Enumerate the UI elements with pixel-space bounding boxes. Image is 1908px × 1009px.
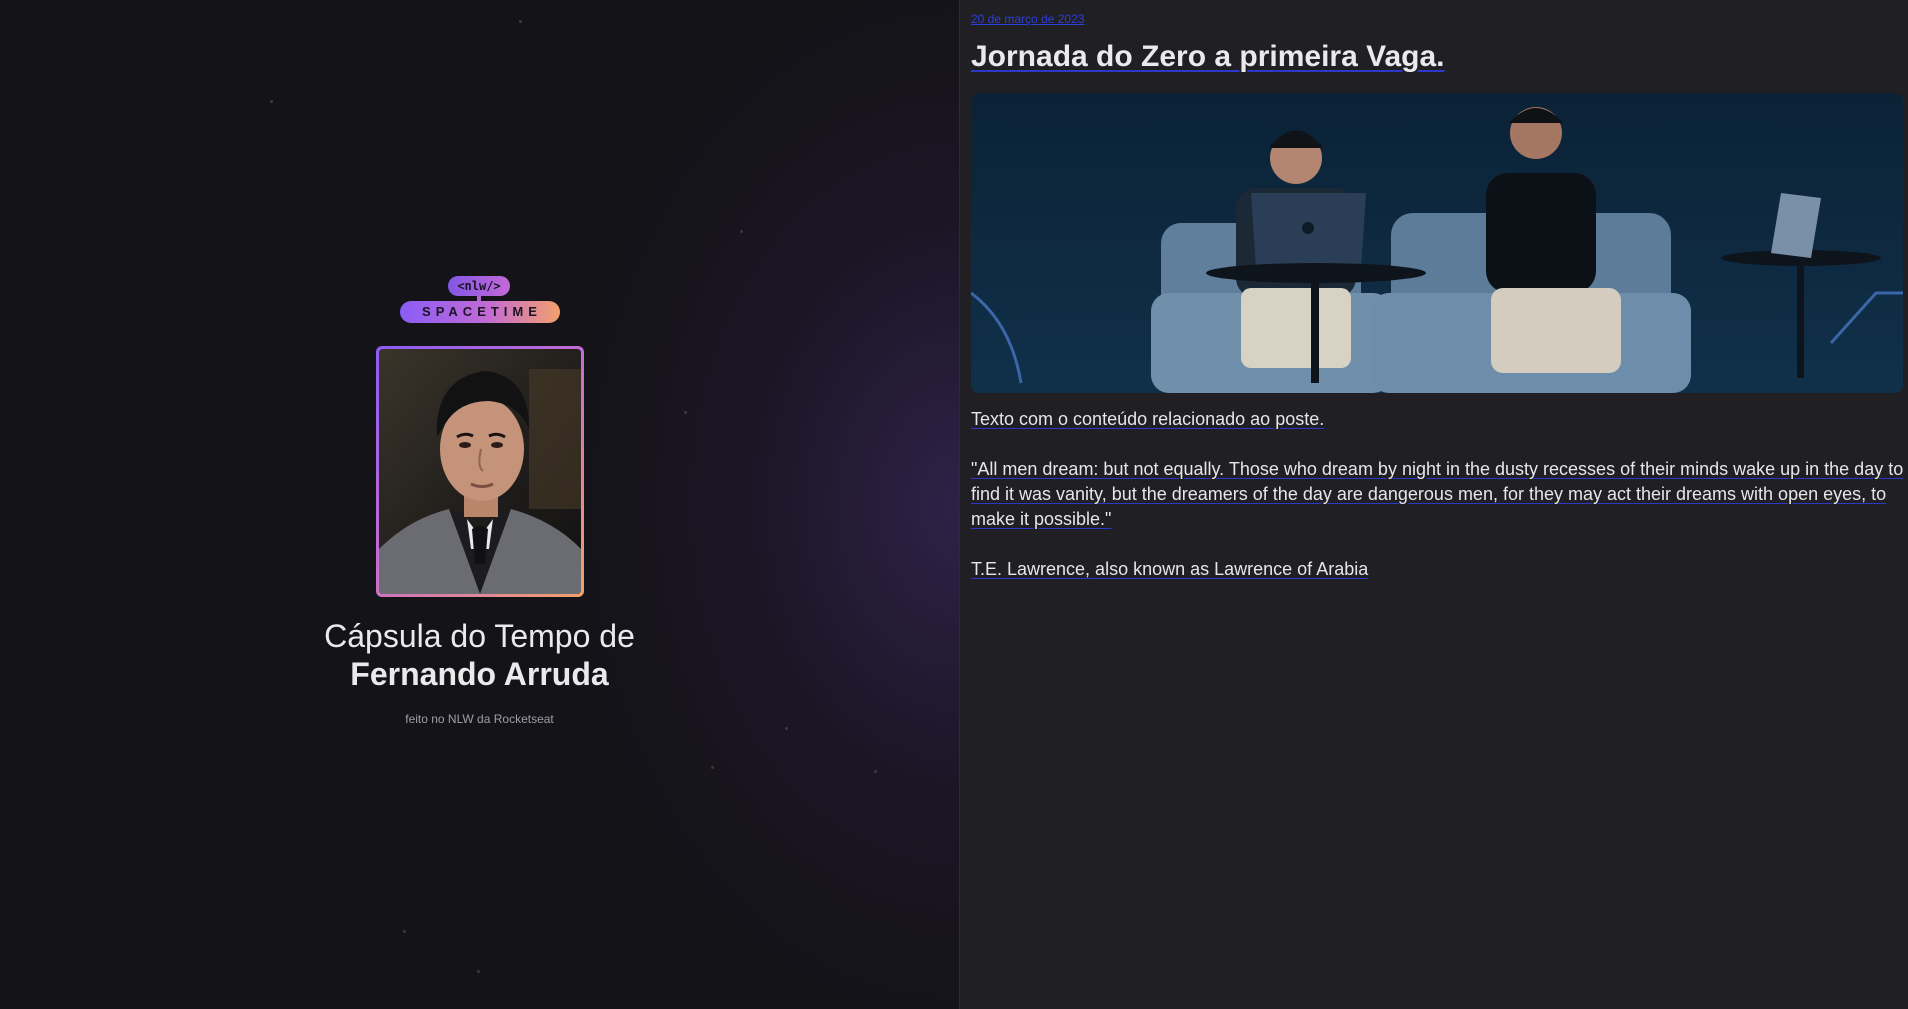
stage-photo <box>971 93 1903 393</box>
star-decoration <box>684 411 687 414</box>
avatar-photo <box>379 349 581 594</box>
star-decoration <box>403 930 406 933</box>
footer-credit: feito no NLW da Rocketseat <box>405 712 554 726</box>
star-decoration <box>711 766 714 769</box>
star-decoration <box>874 770 877 773</box>
logo-wordmark: SPACETIME <box>400 301 560 323</box>
memory-paragraph: "All men dream: but not equally. Those w… <box>971 459 1904 529</box>
avatar <box>376 346 584 597</box>
star-decoration <box>785 727 788 730</box>
page: <nlw/> SPACETIME Cápsula do Tempo de Fer… <box>0 0 1908 1009</box>
star-decoration <box>477 970 480 973</box>
memory-paragraph: Texto com o conteúdo relacionado ao post… <box>971 409 1325 429</box>
star-decoration <box>740 230 743 233</box>
page-title: Cápsula do Tempo de Fernando Arruda <box>0 617 959 693</box>
spacetime-logo: <nlw/> SPACETIME <box>400 276 560 326</box>
right-panel: 20 de março de 2023 Jornada do Zero a pr… <box>960 0 1908 1009</box>
memory-title[interactable]: Jornada do Zero a primeira Vaga. <box>971 40 1445 74</box>
logo-tag: <nlw/> <box>448 276 510 296</box>
left-panel: <nlw/> SPACETIME Cápsula do Tempo de Fer… <box>0 0 960 1009</box>
memory-date-link[interactable]: 20 de março de 2023 <box>971 12 1084 26</box>
star-decoration <box>270 100 273 103</box>
user-name: Fernando Arruda <box>350 656 609 692</box>
title-prefix: Cápsula do Tempo de <box>324 618 635 654</box>
memory-paragraph: T.E. Lawrence, also known as Lawrence of… <box>971 559 1369 579</box>
portrait-image <box>379 349 581 594</box>
memory-cover-image <box>971 93 1903 393</box>
star-decoration <box>519 20 522 23</box>
memory-content: Texto com o conteúdo relacionado ao post… <box>971 407 1905 607</box>
